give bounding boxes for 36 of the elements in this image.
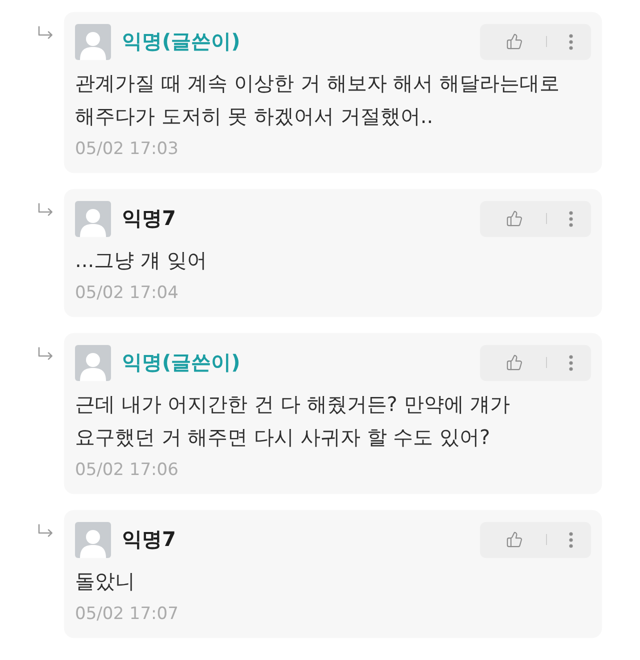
thumbs-up-icon [506,210,523,227]
comment-time: 05/02 17:04 [75,282,180,305]
author-name: 익명(글쓴이) [122,349,240,376]
more-icon [569,210,573,226]
more-icon [569,34,573,50]
comment-time: 05/02 17:03 [75,138,180,161]
thumbs-up-icon [506,354,523,371]
reply-arrow-icon [38,26,53,40]
avatar-icon [75,522,111,558]
more-button[interactable] [569,210,573,226]
more-button[interactable] [569,354,573,370]
thumbs-up-icon [506,33,523,50]
comment-text: 근데 내가 어지간한 건 다 해줬거든? 만약에 걔가 요구했던 거 해주면 다시 사귀자 할 수도 있어? [75,391,512,451]
comment-time: 05/02 17:06 [75,459,180,482]
more-icon [569,532,573,548]
like-button[interactable] [506,354,523,371]
comment-text: ...그냥 걔 잊어 [75,247,208,274]
comment-text: 관계가질 때 계속 이상한 거 해보자 해서 해달라는대로 해주다가 도저히 못 하겠어서 거절했어.. [75,70,561,130]
avatar-icon [75,344,111,380]
comment-text: 돌았니 [75,568,136,595]
more-button[interactable] [569,532,573,548]
reply-arrow-icon [38,347,53,361]
like-button[interactable] [506,531,523,548]
reply-arrow-icon [38,203,53,217]
avatar-icon [75,200,111,236]
more-icon [569,354,573,370]
like-button[interactable] [506,210,523,227]
author-name: 익명7 [122,526,176,553]
like-button[interactable] [506,33,523,50]
more-button[interactable] [569,34,573,50]
comment-time: 05/02 17:07 [75,603,180,626]
thumbs-up-icon [506,531,523,548]
author-name: 익명(글쓴이) [122,28,240,55]
author-name: 익명7 [122,205,176,232]
reply-arrow-icon [38,524,53,538]
avatar-icon [75,24,111,60]
